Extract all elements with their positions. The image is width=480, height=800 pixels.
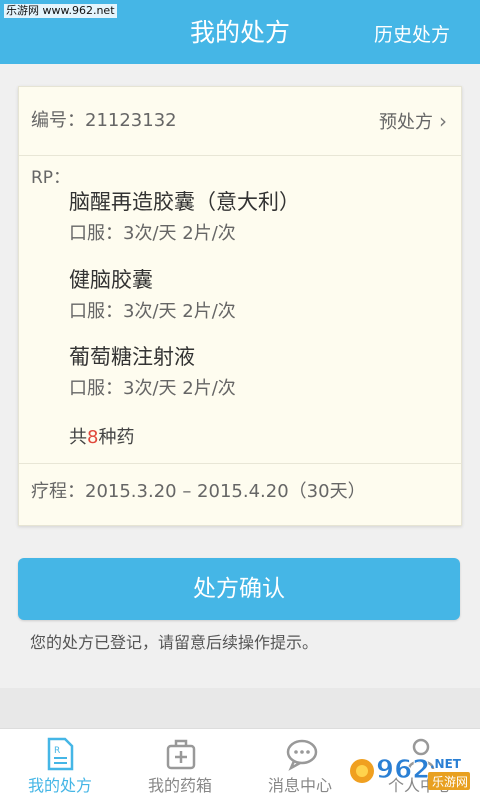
medicine-item: 健脑胶囊 口服：3次/天 2片/次 — [69, 265, 236, 327]
prescription-type-link[interactable]: 预处方 › — [379, 87, 447, 157]
medicine-total: 共8种药 — [69, 423, 134, 449]
total-suffix: 种药 — [98, 427, 135, 448]
tab-label: 我的药箱 — [147, 776, 212, 795]
prescription-id-row: 编号：21123132 预处方 › — [19, 87, 461, 155]
medicine-item: 葡萄糖注射液 口服：3次/天 2片/次 — [69, 342, 236, 404]
svg-text:962: 962 — [376, 755, 430, 785]
prescription-type-label: 预处方 — [379, 112, 433, 133]
prescription-icon: R — [47, 737, 74, 771]
tab-message-center[interactable]: 消息中心 — [240, 729, 360, 800]
medicine-item: 脑醒再造胶囊（意大利） 口服：3次/天 2片/次 — [69, 187, 300, 249]
divider — [19, 463, 461, 464]
prescription-id: 编号：21123132 — [31, 87, 177, 155]
prescription-card: 编号：21123132 预处方 › RP： 脑醒再造胶囊（意大利） 口服：3次/天… — [18, 86, 462, 526]
divider — [19, 155, 461, 156]
tab-label: 我的处方 — [27, 776, 92, 795]
history-prescription-button[interactable]: 历史处方 — [374, 0, 450, 64]
total-count: 8 — [87, 427, 99, 448]
separator-band — [0, 688, 480, 728]
medicine-dosage: 口服：3次/天 2片/次 — [69, 378, 236, 399]
tab-label: 消息中心 — [267, 776, 332, 795]
prescription-id-label: 编号： — [31, 110, 85, 131]
tab-my-prescription[interactable]: R 我的处方 — [0, 729, 120, 800]
medicine-name: 葡萄糖注射液 — [69, 345, 195, 369]
medicine-dosage: 口服：3次/天 2片/次 — [69, 301, 236, 322]
course-value: 2015.3.20 – 2015.4.20（30天） — [85, 481, 366, 502]
tab-my-medicine-box[interactable]: 我的药箱 — [120, 729, 240, 800]
top-bar: 我的处方 历史处方 乐游网 www.962.net — [0, 0, 480, 64]
watermark: 乐游网 www.962.net — [4, 4, 117, 18]
treatment-course: 疗程：2015.3.20 – 2015.4.20（30天） — [31, 477, 366, 503]
confirm-prescription-button[interactable]: 处方确认 — [18, 558, 460, 620]
svg-text:.NET: .NET — [430, 757, 462, 771]
site-logo: 962 .NET 乐游网 — [350, 755, 470, 790]
chevron-right-icon: › — [439, 109, 447, 133]
medicine-name: 健脑胶囊 — [69, 268, 153, 292]
prescription-id-value: 21123132 — [85, 110, 177, 131]
svg-text:乐游网: 乐游网 — [432, 775, 468, 789]
medicine-box-icon — [166, 739, 196, 770]
course-label: 疗程： — [31, 481, 85, 502]
total-prefix: 共 — [69, 427, 87, 448]
registration-notice: 您的处方已登记，请留意后续操作提示。 — [30, 633, 319, 652]
medicine-name: 脑醒再造胶囊（意大利） — [69, 190, 300, 214]
medicine-dosage: 口服：3次/天 2片/次 — [69, 223, 236, 244]
rp-label: RP： — [31, 168, 71, 188]
chat-icon — [286, 739, 318, 771]
svg-text:R: R — [54, 746, 60, 756]
